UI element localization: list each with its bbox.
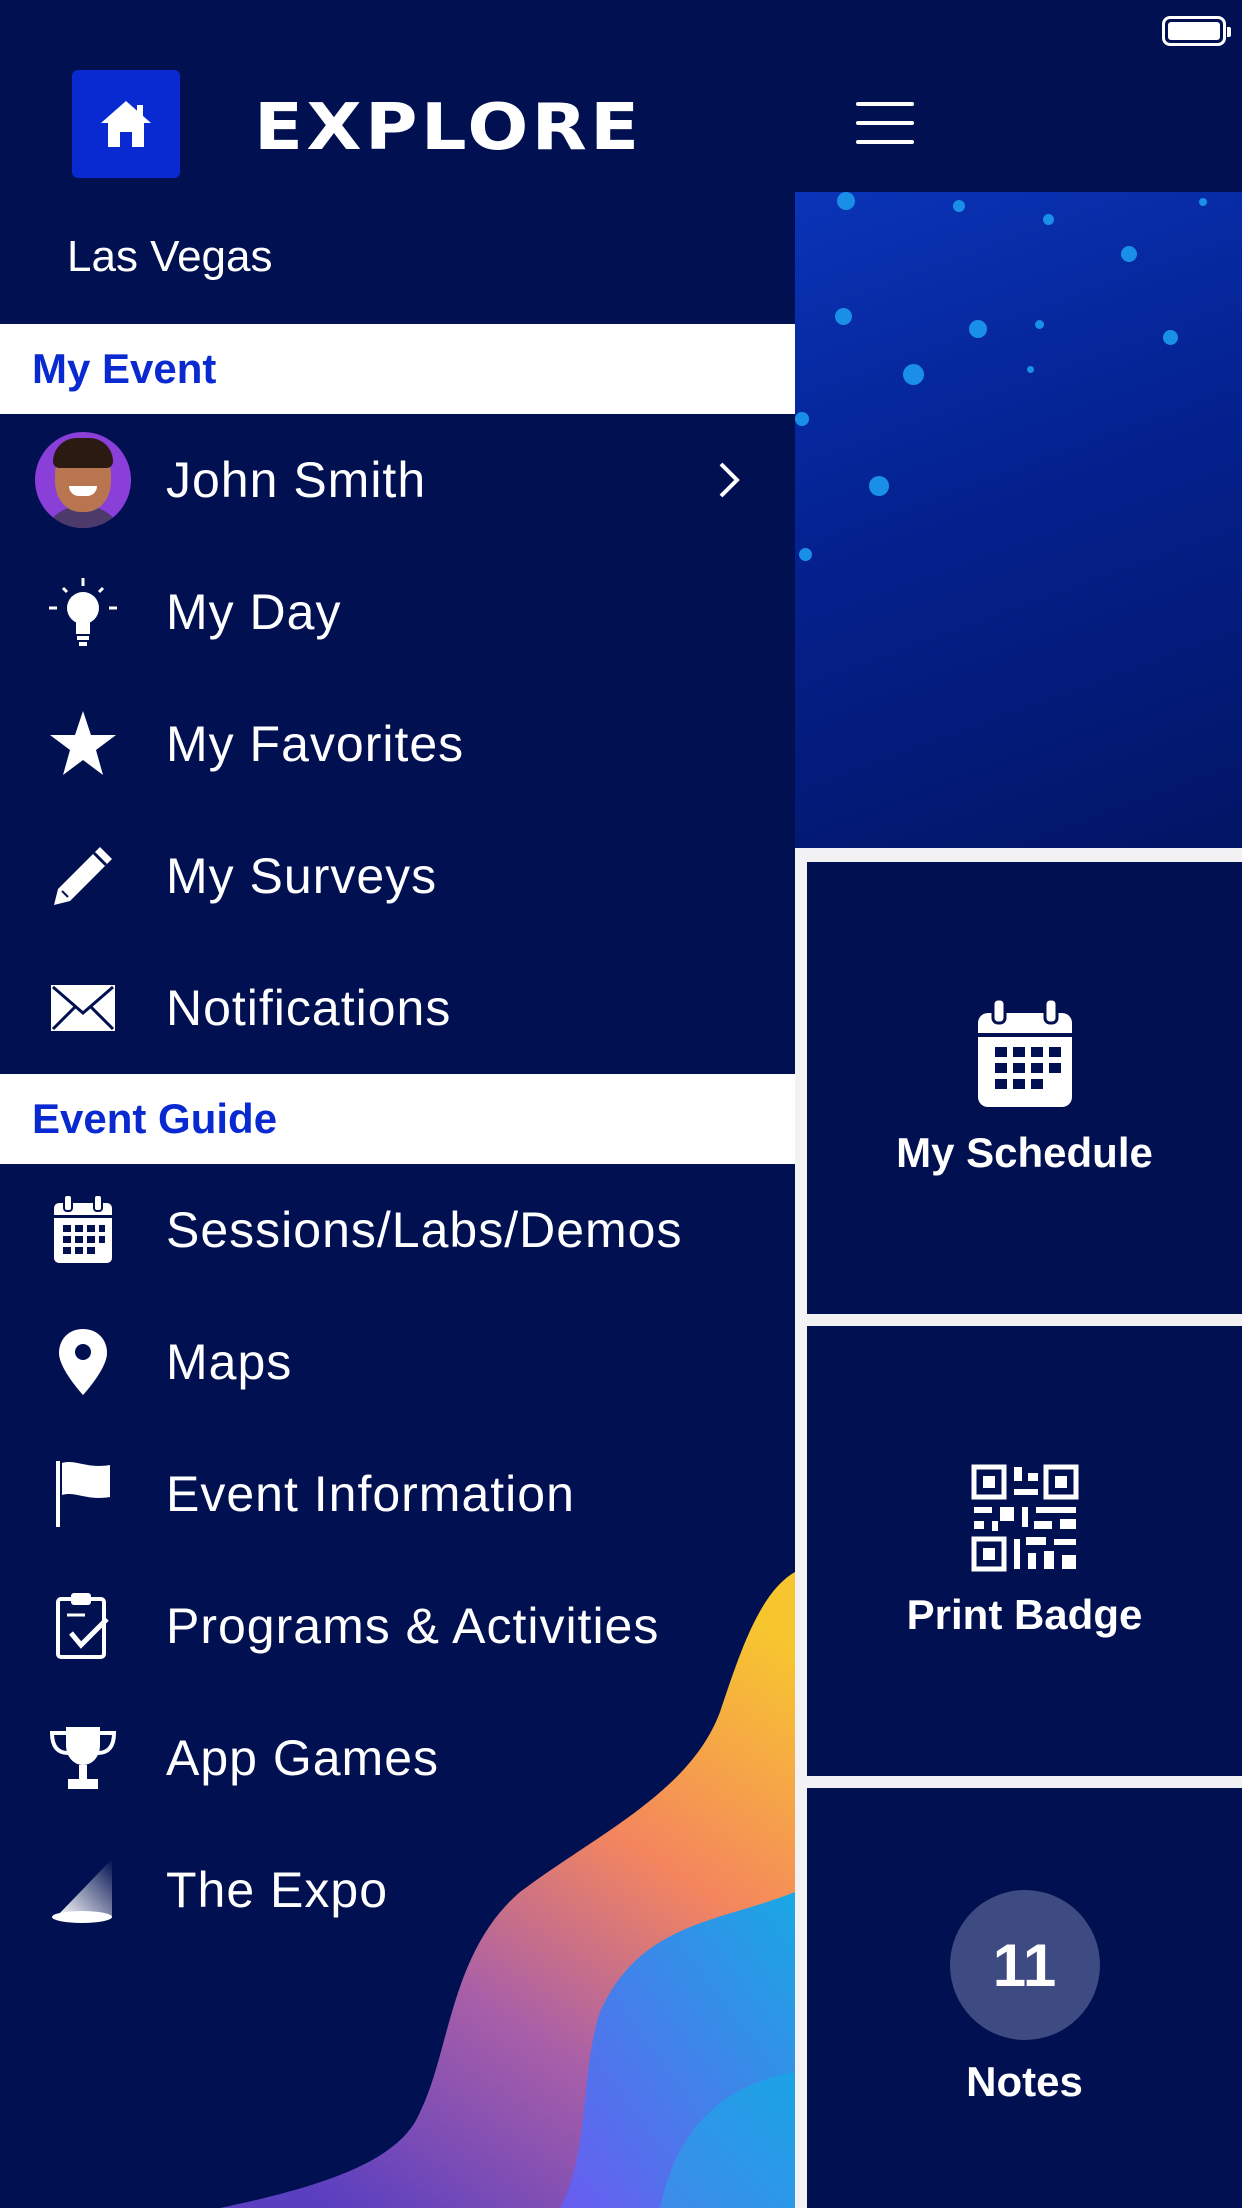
menu-item-label: Event Information <box>166 1466 575 1522</box>
spotlight-icon <box>52 1859 112 1923</box>
section-header-my-event: My Event <box>0 324 795 414</box>
menu-item-label: Programs & Activities <box>166 1598 660 1654</box>
print-badge-label: Print Badge <box>906 1591 1143 1638</box>
menu-item-my-surveys[interactable]: My Surveys <box>0 810 795 942</box>
notes-count-badge: 11 <box>949 1890 1100 2040</box>
menu-item-label: My Surveys <box>166 848 438 904</box>
home-content: My Schedule Print Badge 11 Notes <box>795 192 1242 2208</box>
qr-code-icon <box>971 1464 1078 1572</box>
menu-item-notifications[interactable]: Notifications <box>0 942 795 1074</box>
menu-item-label: My Favorites <box>166 716 465 772</box>
explore-logo: EXPLORE <box>254 91 643 165</box>
avatar <box>35 432 131 528</box>
print-badge-tile[interactable]: Print Badge <box>807 1326 1242 1776</box>
home-icon <box>101 101 151 147</box>
my-schedule-tile[interactable]: My Schedule <box>807 862 1242 1314</box>
menu-item-label: App Games <box>166 1730 440 1786</box>
pencil-icon <box>54 847 112 905</box>
my-schedule-label: My Schedule <box>896 1129 1153 1176</box>
battery-icon <box>1162 16 1231 46</box>
lightbulb-icon <box>49 578 117 646</box>
menu-item-label: Sessions/Labs/Demos <box>166 1202 683 1258</box>
map-pin-icon <box>59 1329 107 1395</box>
menu-item-label: The Expo <box>166 1862 389 1918</box>
notes-label: Notes <box>966 2058 1083 2105</box>
menu-item-label: My Day <box>166 584 342 640</box>
star-icon <box>50 711 116 775</box>
side-drawer: Las Vegas My Event John Smith My Day My … <box>0 192 795 2208</box>
location-label: Las Vegas <box>67 232 273 281</box>
calendar-icon <box>977 999 1072 1107</box>
envelope-icon <box>51 985 115 1031</box>
menu-item-sessions[interactable]: Sessions/Labs/Demos <box>0 1164 795 1296</box>
section-header-event-guide: Event Guide <box>0 1074 795 1164</box>
menu-item-the-expo[interactable]: The Expo <box>0 1824 795 1956</box>
menu-item-my-day[interactable]: My Day <box>0 546 795 678</box>
home-button[interactable] <box>72 70 180 178</box>
notes-tile[interactable]: 11 Notes <box>807 1788 1242 2208</box>
clipboard-check-icon <box>56 1593 109 1659</box>
chevron-right-icon <box>719 462 740 498</box>
menu-item-my-favorites[interactable]: My Favorites <box>0 678 795 810</box>
profile-name: John Smith <box>166 452 427 508</box>
hero-banner <box>795 192 1242 848</box>
hamburger-menu-icon[interactable] <box>852 96 918 150</box>
menu-item-label: Maps <box>166 1334 293 1390</box>
menu-item-programs-activities[interactable]: Programs & Activities <box>0 1560 795 1692</box>
menu-item-maps[interactable]: Maps <box>0 1296 795 1428</box>
menu-item-event-information[interactable]: Event Information <box>0 1428 795 1560</box>
profile-item[interactable]: John Smith <box>0 414 795 546</box>
top-bar: EXPLORE <box>0 0 1242 192</box>
flag-icon <box>56 1461 110 1527</box>
trophy-icon <box>49 1727 117 1789</box>
menu-item-app-games[interactable]: App Games <box>0 1692 795 1824</box>
menu-item-label: Notifications <box>166 980 452 1036</box>
calendar-icon <box>54 1195 112 1263</box>
